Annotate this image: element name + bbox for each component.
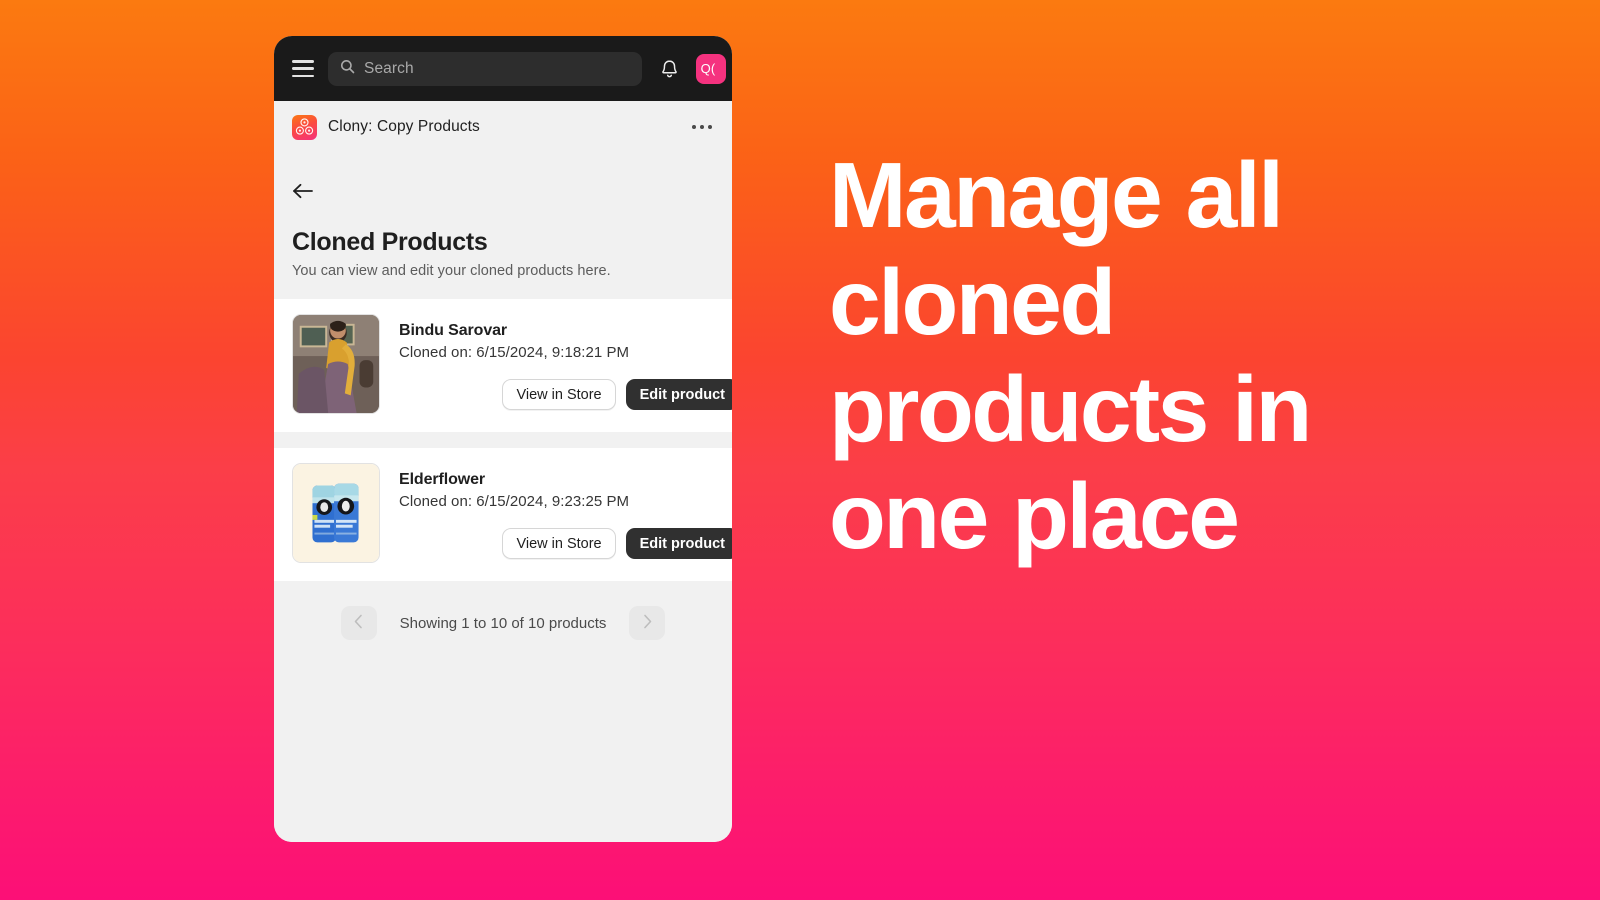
next-page-button[interactable] <box>629 606 666 640</box>
cloned-products-list: Bindu Sarovar Cloned on: 6/15/2024, 9:18… <box>274 299 732 597</box>
search-input[interactable]: Search <box>328 51 642 86</box>
product-thumbnail <box>292 314 380 414</box>
bell-icon[interactable] <box>656 56 682 82</box>
more-horizontal-icon[interactable] <box>690 119 715 136</box>
avatar-initials: Q( <box>700 61 716 76</box>
pagination: Showing 1 to 10 of 10 products <box>274 597 732 640</box>
page-header: Cloned Products You can view and edit yo… <box>274 153 732 299</box>
product-actions: View in Store Edit product <box>502 379 732 410</box>
pagination-label: Showing 1 to 10 of 10 products <box>399 614 607 632</box>
arrow-left-icon[interactable] <box>292 177 320 205</box>
app-titlebar: Clony: Copy Products <box>274 101 732 153</box>
app-window-frame: Search Q(Clony: Copy Products Cloned Pr… <box>274 36 732 842</box>
avatar[interactable]: Q( <box>696 53 726 84</box>
page-title: Cloned Products <box>292 228 488 256</box>
view-in-store-button[interactable]: View in Store <box>502 379 616 410</box>
product-actions: View in Store Edit product <box>502 528 732 559</box>
product-name: Bindu Sarovar <box>399 322 508 339</box>
previous-page-button[interactable] <box>340 606 377 640</box>
chevron-left-icon <box>354 614 363 632</box>
product-thumbnail <box>292 463 380 563</box>
hamburger-icon[interactable] <box>292 60 314 77</box>
view-in-store-button[interactable]: View in Store <box>502 528 616 559</box>
product-card: Bindu Sarovar Cloned on: 6/15/2024, 9:18… <box>274 299 732 432</box>
app-title: Clony: Copy Products <box>328 118 480 135</box>
product-details: Elderflower Cloned on: 6/15/2024, 9:23:2… <box>380 463 732 510</box>
page-subtitle: You can view and edit your cloned produc… <box>292 263 611 279</box>
product-cloned-date: Cloned on: 6/15/2024, 9:23:25 PM <box>399 493 630 510</box>
product-details: Bindu Sarovar Cloned on: 6/15/2024, 9:18… <box>380 314 732 361</box>
page-content: Cloned Products You can view and edit yo… <box>274 153 732 842</box>
edit-product-button[interactable]: Edit product <box>625 528 732 559</box>
global-topbar: Search Q( <box>274 36 732 101</box>
product-name: Elderflower <box>399 471 486 488</box>
clony-app-icon <box>292 114 317 140</box>
product-cloned-date: Cloned on: 6/15/2024, 9:18:21 PM <box>399 344 630 361</box>
chevron-right-icon <box>643 614 652 632</box>
edit-product-button[interactable]: Edit product <box>625 379 732 410</box>
marketing-headline: Manage all cloned products in one place <box>829 143 1312 568</box>
product-card: Elderflower Cloned on: 6/15/2024, 9:23:2… <box>274 448 732 581</box>
search-icon <box>340 59 355 79</box>
search-placeholder-text: Search <box>364 59 414 77</box>
